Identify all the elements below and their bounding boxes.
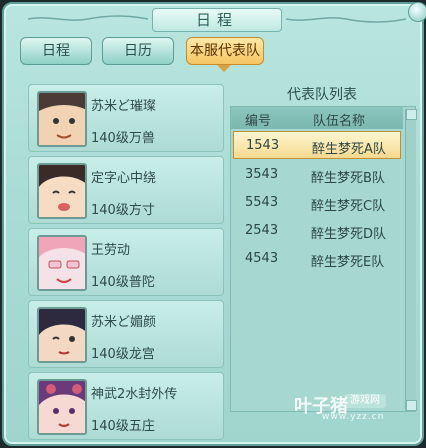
team-number: 1543: [246, 138, 280, 153]
roster-title: 代表队列表: [287, 87, 357, 103]
roster-scrollbar[interactable]: [405, 109, 417, 411]
table-header: 编号 队伍名称: [231, 107, 403, 129]
member-card[interactable]: 王劳动 140级普陀: [28, 228, 224, 296]
avatar: [37, 235, 87, 291]
member-card[interactable]: 神武2水封外传 140级五庄: [28, 372, 224, 440]
member-level: 140级万兽: [91, 131, 155, 146]
team-number: 2543: [245, 223, 279, 238]
table-row[interactable]: 1543 醉生梦死A队: [233, 131, 401, 159]
member-name: 神武2水封外传: [91, 387, 178, 402]
tab-calendar[interactable]: 日历: [102, 37, 174, 65]
member-level: 140级龙宫: [91, 347, 155, 362]
member-name: 定字心中绕: [91, 171, 157, 186]
avatar: [37, 307, 87, 363]
member-card[interactable]: 苏米ど璀璨 140级万兽: [28, 84, 224, 152]
column-header-number: 编号: [245, 114, 272, 129]
scroll-up-arrow-icon[interactable]: [406, 109, 417, 120]
team-name: 醉生梦死A队: [312, 142, 386, 157]
tab-server-team[interactable]: 本服代表队: [186, 37, 264, 65]
member-card[interactable]: 定字心中绕 140级方寸: [28, 156, 224, 224]
member-name: 王劳动: [91, 243, 131, 258]
table-row[interactable]: 5543 醉生梦死C队: [233, 189, 401, 217]
column-header-team-name: 队伍名称: [313, 114, 366, 129]
avatar: [37, 379, 87, 435]
team-name: 醉生梦死C队: [311, 199, 386, 214]
scroll-down-arrow-icon[interactable]: [406, 400, 417, 411]
active-tab-pointer-icon: [217, 65, 231, 72]
window-title: 日程: [152, 8, 282, 32]
member-level: 140级普陀: [91, 275, 155, 290]
team-name: 醉生梦死D队: [311, 227, 387, 242]
member-level: 140级五庄: [91, 419, 155, 434]
member-name: 苏米ど媚颜: [91, 315, 157, 330]
table-row[interactable]: 3543 醉生梦死B队: [233, 161, 401, 189]
schedule-window: 日程 日程 日历 本服代表队 苏米ど璀璨 140级万兽 定字心中绕 140级方寸…: [2, 2, 426, 446]
team-name: 醉生梦死B队: [311, 171, 385, 186]
team-number: 5543: [245, 195, 279, 210]
table-row[interactable]: 2543 醉生梦死D队: [233, 217, 401, 245]
team-number: 3543: [245, 167, 279, 182]
tab-schedule[interactable]: 日程: [20, 37, 92, 65]
title-ornament-right: [286, 17, 406, 23]
close-button[interactable]: [408, 2, 426, 22]
watermark-badge: 游戏网: [344, 394, 386, 408]
team-number: 4543: [245, 251, 279, 266]
table-row[interactable]: 4543 醉生梦死E队: [233, 245, 401, 273]
member-card[interactable]: 苏米ど媚颜 140级龙宫: [28, 300, 224, 368]
avatar: [37, 163, 87, 219]
member-level: 140级方寸: [91, 203, 155, 218]
team-name: 醉生梦死E队: [311, 255, 385, 270]
watermark-url: www.yzz.cn: [322, 412, 385, 422]
member-name: 苏米ど璀璨: [91, 99, 157, 114]
title-ornament-left: [28, 15, 148, 21]
team-roster-table: 编号 队伍名称 1543 醉生梦死A队 3543 醉生梦死B队 5543 醉生梦…: [230, 106, 417, 412]
avatar: [37, 91, 87, 147]
member-list: 苏米ど璀璨 140级万兽 定字心中绕 140级方寸 王劳动 140级普陀 苏米ど…: [18, 78, 224, 440]
